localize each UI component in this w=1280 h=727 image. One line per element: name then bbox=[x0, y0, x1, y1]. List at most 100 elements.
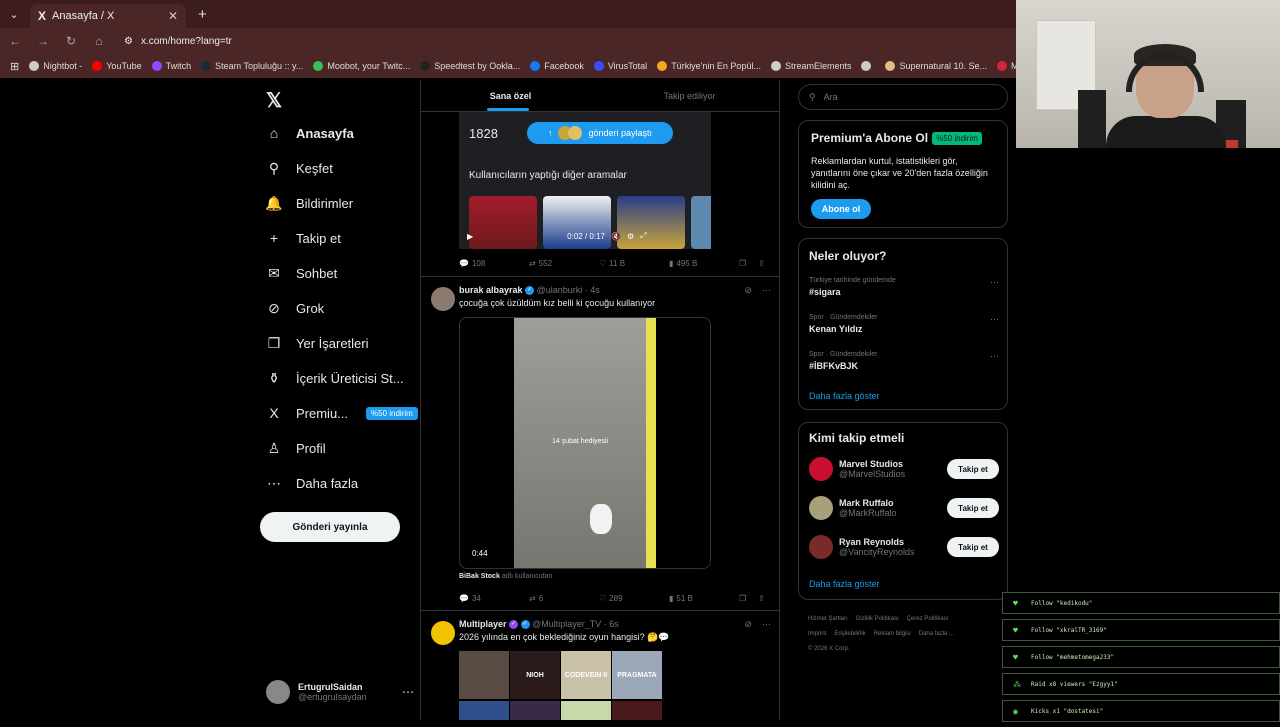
game-cover[interactable] bbox=[459, 651, 509, 699]
nav-item-3[interactable]: + Takip et bbox=[266, 226, 341, 250]
retweet-button[interactable]: ⇄ 6 bbox=[529, 591, 599, 605]
forward-icon[interactable]: → bbox=[34, 34, 52, 48]
avatar[interactable] bbox=[431, 287, 455, 311]
tweet[interactable]: burak albayrak ✓ @ulanburki · 4s ⊘ ⋯ çoc… bbox=[421, 276, 779, 610]
search-thumbnail[interactable] bbox=[469, 196, 537, 249]
post-button[interactable]: Gönderi yayınla bbox=[260, 512, 400, 542]
search-thumbnail[interactable] bbox=[543, 196, 611, 249]
bookmark-item[interactable]: Twitch bbox=[151, 61, 191, 71]
source-name[interactable]: BiBak Stock bbox=[459, 573, 500, 580]
tab-following[interactable]: Takip ediliyor bbox=[600, 80, 779, 111]
avatar[interactable] bbox=[809, 535, 833, 559]
more-icon[interactable]: ⋯ bbox=[990, 277, 999, 288]
apps-grid-icon[interactable]: ⊞ bbox=[10, 60, 19, 73]
footer-link[interactable]: Hizmet Şartları bbox=[808, 616, 848, 622]
bookmark-item[interactable]: Supernatural 10. Se... bbox=[885, 61, 987, 71]
play-icon[interactable]: ▶ bbox=[467, 232, 473, 241]
bookmark-item[interactable]: Speedtest by Ookla... bbox=[420, 61, 520, 71]
tweet-video[interactable]: 14 şubat hediyesii 0:44 bbox=[459, 317, 711, 569]
footer-link[interactable]: Erişilebilirlik bbox=[834, 631, 865, 637]
bookmark-item[interactable]: Facebook bbox=[530, 61, 584, 71]
search-box[interactable]: ⚲ Ara bbox=[798, 84, 1008, 110]
close-tab-icon[interactable]: ✕ bbox=[168, 9, 178, 23]
nav-item-5[interactable]: ⊘ Grok bbox=[266, 296, 324, 320]
more-icon[interactable]: ⋯ bbox=[990, 351, 999, 362]
author-name[interactable]: Multiplayer bbox=[459, 619, 507, 629]
game-cover[interactable] bbox=[612, 700, 662, 720]
bookmark-icon[interactable]: ❐ bbox=[739, 256, 746, 270]
bookmark-item[interactable]: Mersin İstanbul O bbox=[997, 61, 1016, 71]
like-button[interactable]: ♡ 11 B bbox=[599, 256, 669, 270]
back-icon[interactable]: ← bbox=[6, 34, 24, 48]
nav-item-1[interactable]: ⚲ Keşfet bbox=[266, 156, 333, 180]
game-cover[interactable]: PRAGMATA bbox=[612, 651, 662, 699]
bookmark-icon[interactable]: ❐ bbox=[739, 591, 746, 605]
nav-item-0[interactable]: ⌂ Anasayfa bbox=[266, 121, 354, 145]
grok-icon[interactable]: ⊘ bbox=[744, 285, 752, 296]
grok-icon[interactable]: ⊘ bbox=[744, 619, 752, 630]
like-button[interactable]: ♡ 289 bbox=[599, 591, 669, 605]
footer-link[interactable]: Çerez Politikası bbox=[907, 616, 949, 622]
reply-button[interactable]: 💬 34 bbox=[459, 591, 529, 605]
x-logo-icon[interactable]: 𝕏 bbox=[266, 88, 282, 113]
bookmark-item[interactable]: Türkiye'nin En Popül... bbox=[657, 61, 761, 71]
bookmark-item[interactable]: Nightbot - bbox=[29, 61, 82, 71]
more-icon[interactable]: ⋯ bbox=[762, 619, 771, 630]
author-handle[interactable]: @ulanburki · 4s bbox=[537, 285, 600, 295]
tab-list-chevron-icon[interactable]: ⌄ bbox=[2, 3, 26, 25]
more-icon[interactable]: ⋯ bbox=[990, 314, 999, 325]
views-button[interactable]: ▮ 51 B bbox=[669, 591, 739, 605]
site-info-icon[interactable]: ⚙ bbox=[124, 36, 133, 47]
author-name[interactable]: burak albayrak bbox=[459, 285, 523, 295]
footer-link[interactable]: Gizlilik Politikası bbox=[856, 616, 899, 622]
suggested-account[interactable]: Ryan Reynolds @VancityReynolds Takip et bbox=[809, 533, 999, 561]
game-cover[interactable]: CODEVEIN II bbox=[561, 651, 611, 699]
nav-item-9[interactable]: ♙ Profil bbox=[266, 436, 326, 460]
new-tab-icon[interactable]: + bbox=[198, 6, 207, 23]
views-button[interactable]: ▮ 495 B bbox=[669, 256, 739, 270]
trend-item[interactable]: Türkiye tarihinde gündemde #sigara ⋯ bbox=[809, 277, 999, 297]
share-icon[interactable]: ⇪ bbox=[758, 256, 765, 270]
game-cover[interactable]: NIOH bbox=[510, 651, 560, 699]
trend-item[interactable]: Spor · Gündemdekiler #İBFKvBJK ⋯ bbox=[809, 351, 999, 371]
browser-tab[interactable]: X Anasayfa / X ✕ bbox=[30, 4, 186, 28]
settings-icon[interactable]: ⚙ bbox=[627, 232, 634, 241]
avatar[interactable] bbox=[809, 457, 833, 481]
game-cover[interactable] bbox=[510, 700, 560, 720]
nav-item-6[interactable]: ❐ Yer İşaretleri bbox=[266, 331, 369, 355]
search-thumbnail[interactable] bbox=[617, 196, 685, 249]
suggested-account[interactable]: Marvel Studios @MarvelStudios Takip et bbox=[809, 455, 999, 483]
account-switcher[interactable]: ErtugrulSaidan @ertugrulsaydan ⋯ bbox=[266, 678, 414, 706]
bookmark-item[interactable]: YouTube bbox=[92, 61, 142, 71]
avatar[interactable] bbox=[431, 621, 455, 645]
author-handle[interactable]: @Multiplayer_TV · 6s bbox=[532, 619, 619, 629]
bookmark-item[interactable]: StreamElements bbox=[770, 61, 851, 71]
tweet-image-grid[interactable]: NIOH CODEVEIN II PRAGMATA bbox=[459, 651, 662, 720]
more-icon[interactable]: ⋯ bbox=[762, 285, 771, 296]
follow-button[interactable]: Takip et bbox=[947, 537, 999, 557]
footer-link[interactable]: Reklam bilgisi bbox=[874, 631, 911, 637]
mute-icon[interactable]: 🔇 bbox=[611, 232, 621, 241]
new-posts-pill[interactable]: ↑ gönderi paylaştı bbox=[527, 122, 673, 144]
follow-button[interactable]: Takip et bbox=[947, 498, 999, 518]
tweet-media-video[interactable]: 1828 ↑ gönderi paylaştı Kullanıcıların y… bbox=[459, 112, 711, 249]
footer-link[interactable]: Imprint bbox=[808, 631, 826, 637]
game-cover[interactable] bbox=[459, 700, 509, 720]
avatar[interactable] bbox=[809, 496, 833, 520]
trends-show-more[interactable]: Daha fazla göster bbox=[809, 391, 880, 401]
bookmark-item[interactable] bbox=[861, 61, 875, 71]
bookmark-item[interactable]: Steam Topluluğu :: y... bbox=[201, 61, 303, 71]
retweet-button[interactable]: ⇄ 552 bbox=[529, 256, 599, 270]
game-cover[interactable] bbox=[561, 700, 611, 720]
tweet[interactable]: Multiplayer ✓ ✓ @Multiplayer_TV · 6s ⊘ ⋯… bbox=[421, 610, 779, 720]
more-icon[interactable]: ⋯ bbox=[402, 685, 414, 699]
reload-icon[interactable]: ↻ bbox=[62, 34, 80, 48]
nav-item-7[interactable]: ⚱ İçerik Üreticisi St... bbox=[266, 366, 404, 390]
subscribe-button[interactable]: Abone ol bbox=[811, 199, 871, 219]
bookmark-item[interactable]: VirusTotal bbox=[593, 61, 647, 71]
nav-item-2[interactable]: 🔔 Bildirimler bbox=[265, 191, 353, 215]
who-show-more[interactable]: Daha fazla göster bbox=[809, 579, 880, 589]
reply-button[interactable]: 💬 108 bbox=[459, 256, 529, 270]
bookmark-item[interactable]: Moobot, your Twitc... bbox=[313, 61, 410, 71]
nav-item-10[interactable]: ⋯ Daha fazla bbox=[266, 471, 358, 495]
